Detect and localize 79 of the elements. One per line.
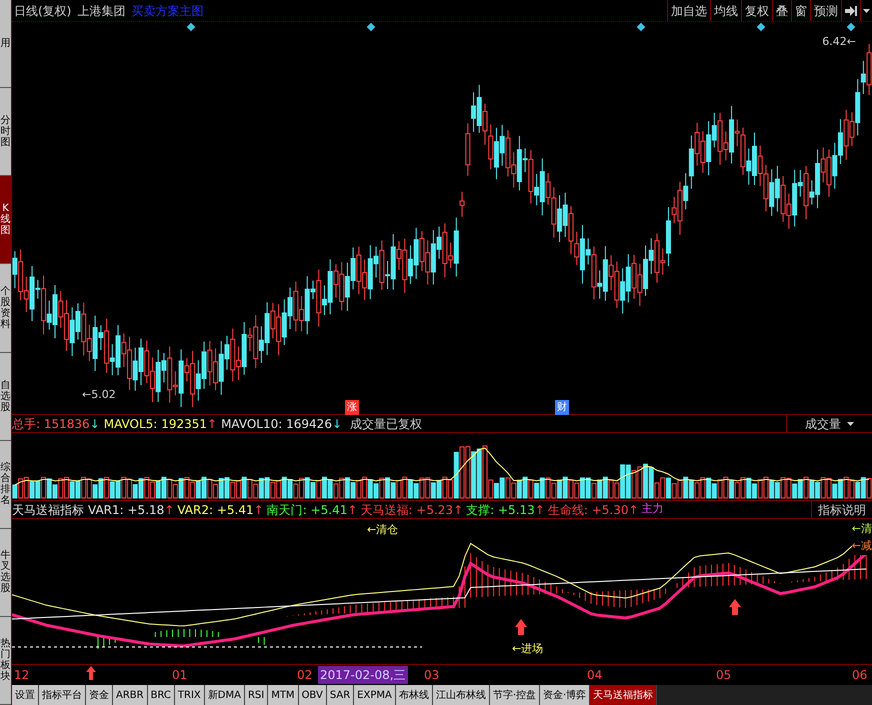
side-tab[interactable]: 综合排名 — [0, 440, 11, 529]
period-label: 日线(复权) — [14, 2, 72, 20]
toolbar-button[interactable]: 窗 — [791, 0, 810, 21]
toolbar-button[interactable]: 均线 — [710, 0, 741, 21]
volume-stat: 总手: 151836 — [12, 416, 90, 432]
indicator-tab[interactable]: 节字·控盘 — [490, 685, 540, 705]
indicator-value: VAR2: +5.41 — [177, 502, 254, 518]
up-arrow-icon — [729, 599, 741, 615]
indicator-tab[interactable]: EXPMA — [354, 685, 396, 705]
side-tab[interactable]: 个股资料 — [0, 264, 11, 352]
indicator-tab[interactable]: 资金·博弈 — [540, 685, 590, 705]
axis-label: 03 — [424, 667, 440, 684]
indicator-value: 支撑: +5.13 — [466, 502, 535, 518]
indicator-tab[interactable]: MTM — [268, 685, 299, 705]
side-tab[interactable]: 用 — [0, 0, 11, 88]
dropdown-button[interactable] — [860, 0, 872, 21]
axis-label: 04 — [587, 667, 602, 684]
side-tab[interactable]: 分时图 — [0, 88, 11, 176]
indicator-tab[interactable]: 设置 — [12, 685, 39, 705]
caret-icon — [863, 8, 870, 12]
event-marker: 涨 — [345, 400, 359, 415]
signal-label: ←清 — [852, 521, 872, 538]
low-price-label: ←5.02 — [82, 387, 116, 403]
high-price-label: 6.42← — [822, 34, 856, 50]
indicator-name: 天马送福指标 — [12, 502, 84, 518]
indicator-tab[interactable]: BRC — [148, 685, 175, 705]
volume-stat: MAVOL10: 169426 — [221, 416, 332, 432]
event-marker: 财 — [555, 400, 569, 415]
trend-arrow: ↑ — [254, 502, 264, 518]
toolbar-button[interactable]: 复权 — [741, 0, 772, 21]
indicator-tab[interactable]: 江山布林线 — [432, 685, 490, 705]
trend-arrow: ↓ — [332, 416, 342, 432]
trend-arrow: ↑ — [534, 502, 545, 518]
side-tab[interactable]: K线图 — [0, 176, 11, 264]
indicator-value: 南天门: +5.41 — [266, 502, 348, 518]
toolbar-button[interactable]: 加自选 — [667, 0, 710, 21]
up-arrow-icon — [86, 666, 96, 680]
toolbar-button[interactable]: 预测 — [810, 0, 841, 21]
signal-label: ←减 — [852, 538, 872, 554]
indicator-tab[interactable]: RSI — [244, 685, 268, 705]
axis-label: 02 — [297, 667, 312, 684]
side-tab[interactable]: 自选股 — [0, 352, 11, 441]
side-tab[interactable]: 热门板块 — [0, 616, 11, 705]
indicator-tab[interactable]: ARBR — [113, 685, 148, 705]
volume-stat: MAVOL5: 192351 — [104, 416, 207, 432]
indicator-value: VAR1: +5.18 — [88, 502, 164, 518]
indicator-value: 天马送福: +5.23 — [360, 502, 454, 518]
stock-name: 上港集团 — [77, 2, 126, 20]
up-arrow-icon — [515, 619, 527, 635]
trend-arrow: ↑ — [628, 502, 639, 518]
cursor-date: 2017-02-08,三 — [318, 666, 408, 684]
volume-note: 成交量已复权 — [350, 416, 422, 432]
trend-arrow: ↑ — [347, 502, 358, 518]
indicator-tab[interactable]: 指标平台 — [39, 685, 86, 705]
trend-arrow: ↑ — [453, 502, 464, 518]
template-name: 买卖方案主图 — [131, 2, 204, 20]
axis-label: 06 — [852, 667, 868, 684]
indicator-tab[interactable]: 天马送福指标 — [590, 685, 658, 705]
indicator-value: 主力 — [642, 501, 664, 518]
indicator-tab[interactable]: OBV — [298, 685, 327, 705]
indicator-select[interactable]: 成交量 — [786, 415, 872, 432]
indicator-help-button[interactable]: 指标说明 — [811, 501, 872, 518]
toolbar-button[interactable]: 叠 — [772, 0, 791, 21]
trend-arrow: ↑ — [207, 416, 218, 432]
arrow-to-bar-icon — [845, 6, 857, 16]
side-tab[interactable]: 牛叉选股 — [0, 528, 11, 617]
indicator-tab[interactable]: 新DMA — [204, 685, 245, 705]
indicator-tab[interactable]: TRIX — [174, 685, 205, 705]
indicator-tab[interactable]: SAR — [326, 685, 354, 705]
axis-label: 01 — [172, 667, 188, 684]
indicator-tab[interactable]: 布林线 — [396, 685, 433, 705]
expand-button[interactable] — [841, 0, 860, 21]
axis-label: 05 — [716, 667, 732, 684]
trend-arrow: ↓ — [90, 416, 100, 432]
caret-icon — [847, 422, 854, 426]
indicator-tab[interactable]: 资金 — [86, 685, 113, 705]
axis-label: 12 — [14, 667, 30, 684]
trend-arrow: ↑ — [164, 502, 174, 518]
indicator-value: 生命线: +5.30 — [548, 502, 628, 518]
